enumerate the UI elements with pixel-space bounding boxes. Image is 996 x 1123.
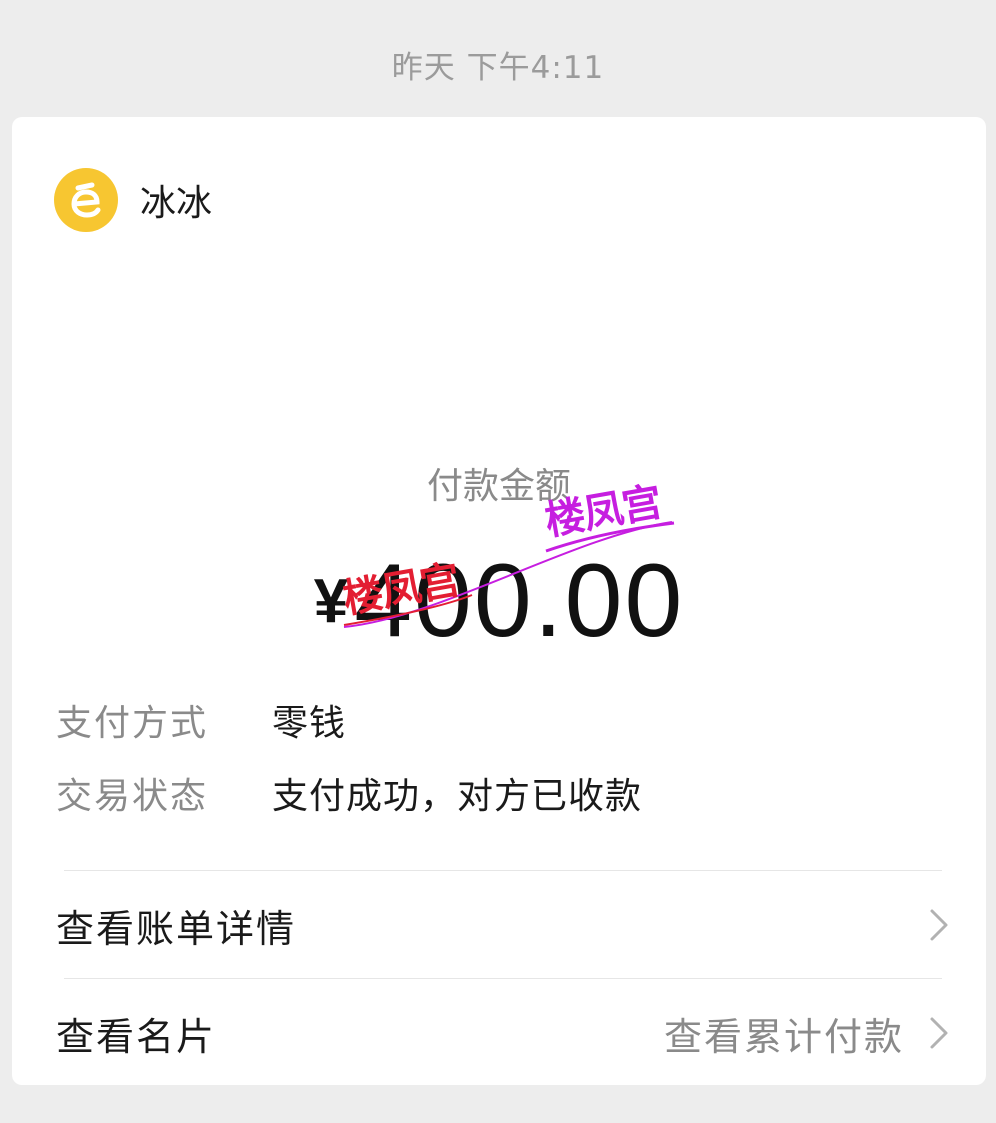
view-bill-details-row[interactable]: 查看账单详情 — [12, 875, 986, 975]
chevron-right-icon — [930, 1017, 948, 1049]
view-cumulative-payments-link[interactable]: 查看累计付款 — [664, 1006, 904, 1061]
view-bill-details-label: 查看账单详情 — [56, 906, 297, 951]
divider — [64, 978, 942, 979]
transaction-status-value: 支付成功，对方已收款 — [272, 776, 643, 817]
payment-method-value: 零钱 — [272, 703, 347, 744]
divider — [64, 870, 942, 871]
payment-card: 冰冰 付款金额 ¥400.00 楼凤宫 楼凤宫 支付方式 零钱 交易状态 支付成… — [12, 117, 986, 1085]
message-timestamp: 昨天 下午4:11 — [391, 50, 605, 86]
view-profile-card-label: 查看名片 — [56, 1014, 217, 1059]
transaction-status-row: 交易状态 支付成功，对方已收款 — [56, 768, 642, 818]
view-profile-card-row[interactable]: 查看名片 查看累计付款 — [12, 983, 986, 1083]
payment-method-label: 支付方式 — [56, 703, 209, 744]
chevron-right-icon — [930, 909, 948, 941]
payment-method-row: 支付方式 零钱 — [56, 695, 346, 745]
transaction-status-label: 交易状态 — [56, 776, 209, 817]
